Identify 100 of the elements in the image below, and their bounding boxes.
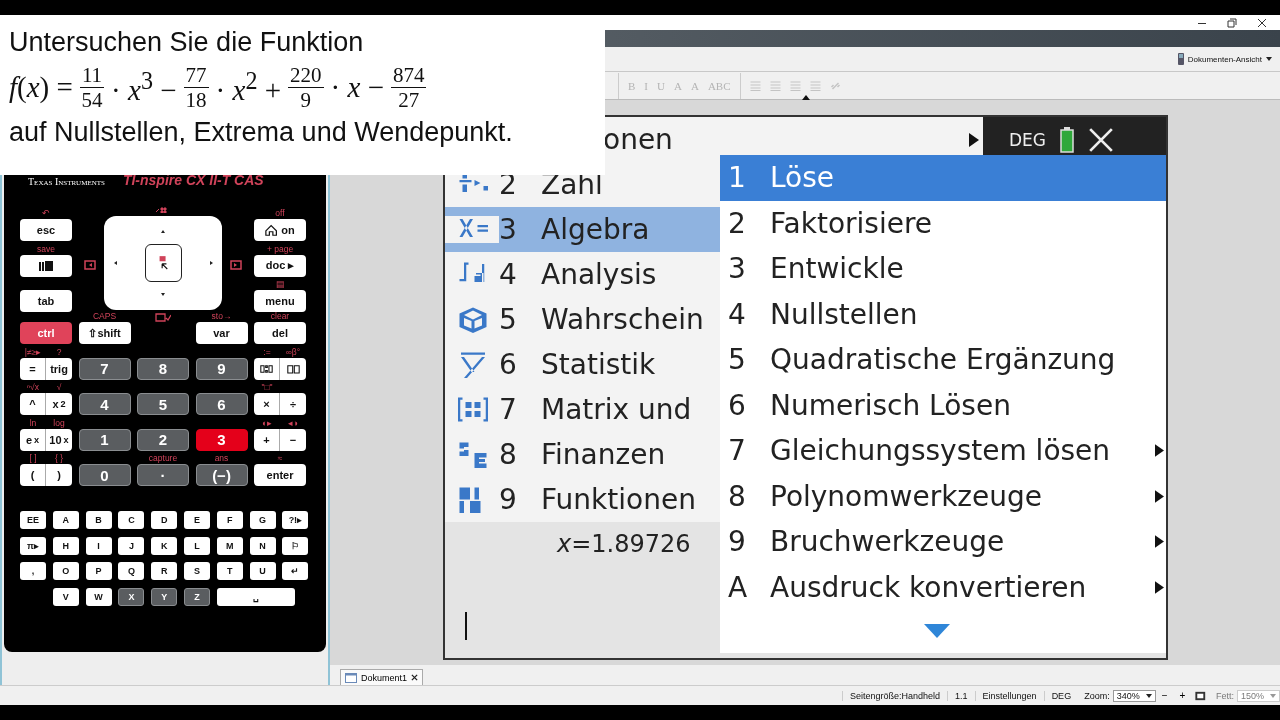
letter-key[interactable]: B <box>85 511 112 529</box>
letter-key[interactable]: ␣ <box>216 587 295 606</box>
shift-label: ln <box>29 416 37 429</box>
letter-key[interactable]: I <box>85 536 112 555</box>
submenu-item[interactable]: 9 Bruchwerkzeuge <box>720 519 1166 565</box>
zoom-out-button[interactable]: − <box>1155 690 1174 701</box>
letter-key[interactable]: J <box>118 536 145 555</box>
calculator-key[interactable]: doc ▸ <box>254 254 306 277</box>
settings-link[interactable]: Einstellungen <box>974 690 1044 701</box>
number-key[interactable]: 1 <box>78 428 131 451</box>
angle-mode[interactable]: DEG <box>1043 690 1079 701</box>
letter-key[interactable]: ⚐ <box>282 536 309 555</box>
number-key[interactable]: 5 <box>137 393 189 415</box>
letter-key[interactable]: Y <box>151 587 178 606</box>
calculator-key[interactable]: − <box>280 428 306 451</box>
letter-key[interactable]: R <box>151 562 178 580</box>
letter-key[interactable]: Z <box>184 587 210 606</box>
caret-icon <box>1145 693 1152 698</box>
letter-key[interactable]: L <box>184 536 210 555</box>
letter-key[interactable]: π▸ <box>20 536 46 555</box>
number-key[interactable]: 4 <box>78 393 131 415</box>
letter-key[interactable]: X <box>118 587 145 606</box>
letter-key[interactable]: S <box>184 562 210 580</box>
page-number: 1.1 <box>947 690 975 701</box>
touchpad[interactable] <box>104 216 222 310</box>
calculator-key[interactable]: × <box>254 393 280 415</box>
calculator-key[interactable] <box>254 357 280 380</box>
shift-label: ans <box>214 452 229 464</box>
document-icon <box>345 672 357 683</box>
number-key[interactable]: 6 <box>195 393 248 415</box>
letter-key[interactable]: ↵ <box>282 562 309 580</box>
calculator-key[interactable]: ⇧shift <box>78 322 131 344</box>
letter-key[interactable]: V <box>52 587 79 606</box>
letter-key[interactable]: F <box>216 511 243 529</box>
letter-key[interactable]: D <box>151 511 178 529</box>
fit-icon[interactable] <box>1195 689 1206 702</box>
letter-key[interactable]: P <box>85 562 112 580</box>
letter-key[interactable]: E <box>184 511 210 529</box>
text-cursor <box>465 612 467 640</box>
scroll-down-icon[interactable] <box>924 624 950 638</box>
battery-icon <box>1060 126 1074 153</box>
zoom-in-button[interactable]: + <box>1173 690 1192 701</box>
calculator-key[interactable]: on <box>254 219 306 241</box>
zoom-dropdown[interactable]: 340% <box>1112 689 1156 702</box>
arrow-icon <box>161 230 165 233</box>
page-size-label[interactable]: Seitengröße:Handheld <box>842 690 948 701</box>
letter-key[interactable]: G <box>249 511 276 529</box>
calculator-key[interactable]: var <box>195 322 248 344</box>
letter-key[interactable]: C <box>118 511 145 529</box>
close-icon[interactable] <box>411 674 419 681</box>
calculator-key[interactable]: ÷ <box>280 393 306 415</box>
calculator-key[interactable]: tab <box>20 290 72 312</box>
view-mode-dropdown[interactable]: Dokumenten-Ansicht <box>1171 52 1278 66</box>
submenu-item[interactable]: 1 Löse <box>720 155 1166 201</box>
letter-key[interactable]: H <box>52 536 79 555</box>
calculator-key[interactable] <box>20 254 72 277</box>
letter-key[interactable]: O <box>52 562 79 580</box>
caret-icon <box>1266 57 1272 61</box>
number-key[interactable]: 0 <box>78 464 131 486</box>
number-key[interactable]: 9 <box>195 357 248 380</box>
calculator-key[interactable]: enter <box>254 464 306 486</box>
letter-key[interactable]: M <box>216 536 243 555</box>
number-key[interactable]: 3 <box>195 428 248 451</box>
letter-key[interactable]: U <box>249 562 276 580</box>
letter-key[interactable]: A <box>52 511 79 529</box>
letter-key[interactable]: , <box>20 562 46 580</box>
calculator-key[interactable]: + <box>254 428 280 451</box>
number-key[interactable]: · <box>137 464 189 486</box>
calculator-key[interactable] <box>280 357 306 380</box>
click-button[interactable] <box>144 244 182 282</box>
shift-label: CAPS <box>92 310 117 322</box>
letter-key[interactable]: EE <box>20 511 46 529</box>
calculator-key[interactable]: ) <box>46 464 72 486</box>
calculator-key[interactable]: ctrl <box>20 322 72 344</box>
book-icon <box>286 363 300 374</box>
letter-key[interactable]: K <box>151 536 178 555</box>
angle-mode: DEG <box>1009 129 1046 150</box>
calculator-key[interactable]: esc <box>20 219 72 241</box>
letter-key[interactable]: Q <box>118 562 145 580</box>
document-tab[interactable]: Dokument1 <box>340 669 424 685</box>
submenu-item[interactable]: A Ausdruck konvertieren <box>720 564 1166 610</box>
letter-key[interactable]: N <box>249 536 276 555</box>
calculator-key[interactable]: trig <box>46 357 72 380</box>
letter-key[interactable]: W <box>85 587 112 606</box>
calculator-key[interactable]: ( <box>20 464 46 486</box>
submenu-arrow-icon <box>1155 535 1164 549</box>
calculator-key[interactable]: del <box>254 322 306 344</box>
bold-dropdown[interactable]: 150% <box>1236 689 1280 702</box>
letter-key[interactable]: T <box>216 562 243 580</box>
number-key[interactable]: (−) <box>195 464 248 486</box>
submenu-arrow-icon <box>969 132 979 147</box>
calculator-key[interactable]: ^ <box>20 393 46 415</box>
calculator-key[interactable]: = <box>20 357 46 380</box>
shift-label: ≈ <box>277 452 283 464</box>
calculator-key[interactable]: menu <box>254 290 306 312</box>
number-key[interactable]: 7 <box>78 357 131 380</box>
arrow-icon <box>113 261 117 265</box>
number-key[interactable]: 2 <box>137 428 189 451</box>
letter-key[interactable]: ?!▸ <box>282 511 309 529</box>
number-key[interactable]: 8 <box>137 357 189 380</box>
